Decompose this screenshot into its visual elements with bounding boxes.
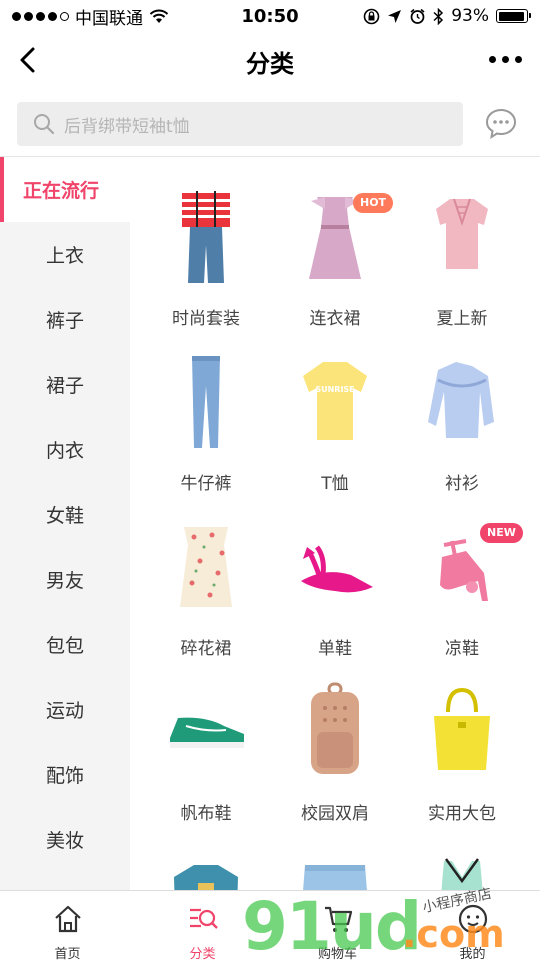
signal-strength-icon (12, 11, 69, 21)
category-tile[interactable]: 牛仔裤 (138, 322, 274, 494)
sidebar-item-label: 女鞋 (45, 505, 84, 527)
category-tile[interactable] (138, 817, 274, 890)
nav-bar: 分类 (0, 32, 540, 90)
message-bubble-icon[interactable] (484, 107, 518, 141)
denim-shorts-icon (295, 847, 375, 890)
orientation-lock-icon (363, 8, 380, 24)
category-tile[interactable]: 校园双肩 (267, 652, 403, 824)
sidebar-item[interactable]: 裤子 (0, 287, 130, 352)
search-placeholder: 后背绑带短袖t恤 (64, 116, 190, 137)
status-left: 中国联通 (12, 4, 169, 29)
search-row: 后背绑带短袖t恤 (0, 100, 540, 148)
hot-badge: HOT (353, 193, 394, 213)
tshirt-print-text: SUNRISE (315, 385, 354, 394)
battery-icon (496, 9, 531, 23)
flat-shoe-icon (295, 517, 375, 617)
more-options-icon[interactable] (489, 56, 522, 63)
category-tile[interactable]: HOT 连衣裙 (267, 157, 403, 329)
status-bar: 中国联通 10:50 93% (0, 0, 540, 32)
canvas-shoe-icon (166, 682, 246, 782)
category-tile[interactable]: 碎花裙 (138, 487, 274, 659)
category-tile[interactable]: NEW 凉鞋 (394, 487, 530, 659)
tab-profile[interactable]: 我的 (405, 891, 540, 960)
status-right: 93% (363, 6, 531, 26)
sidebar-item-label: 配饰 (45, 765, 84, 787)
sidebar-item[interactable]: 运动 (0, 677, 130, 742)
sidebar-item[interactable]: 女鞋 (0, 482, 130, 547)
tshirt-icon: SUNRISE (295, 352, 375, 452)
sidebar-item[interactable]: 上衣 (0, 222, 130, 287)
category-sidebar: 正在流行上衣裤子裙子内衣女鞋男友包包运动配饰美妆 (0, 157, 130, 890)
profile-icon (457, 903, 489, 935)
tab-label: 购物车 (317, 947, 357, 960)
sidebar-item-label: 裙子 (45, 375, 84, 397)
sidebar-item-label: 上衣 (45, 245, 84, 267)
sidebar-item-label: 正在流行 (23, 180, 100, 202)
search-icon (34, 114, 55, 135)
sidebar-item[interactable]: 美妆 (0, 807, 130, 872)
wifi-icon (149, 9, 169, 23)
sidebar-item[interactable]: 男友 (0, 547, 130, 612)
outfit-set-icon (166, 187, 246, 287)
category-tile[interactable]: 帆布鞋 (138, 652, 274, 824)
sidebar-item-label: 裤子 (45, 310, 84, 332)
product-category-grid: 时尚套装 HOT 连衣裙 夏上新 牛仔裤 SUNRISE T恤 衬衫 碎花裙 单鞋 NEW 凉鞋 帆布鞋… (130, 157, 540, 890)
page-title: 分类 (246, 49, 294, 78)
tab-label: 分类 (189, 947, 216, 960)
sidebar-item[interactable]: 配饰 (0, 742, 130, 807)
alarm-icon (410, 8, 425, 24)
sidebar-item-label: 运动 (45, 700, 84, 722)
sidebar-item[interactable]: 正在流行 (0, 157, 130, 222)
pink-top-icon (422, 187, 502, 287)
new-badge: NEW (480, 523, 523, 543)
floral-dress-icon (166, 517, 246, 617)
battery-level-fill (498, 11, 524, 21)
tank-top-icon (422, 847, 502, 890)
sidebar-item[interactable]: 裙子 (0, 352, 130, 417)
category-tile[interactable] (267, 817, 403, 890)
sweatshirt-icon (166, 847, 246, 890)
sidebar-item-label: 男友 (45, 570, 84, 592)
sidebar-item-label: 内衣 (45, 440, 84, 462)
category-tile[interactable]: SUNRISE T恤 (267, 322, 403, 494)
cart-icon (322, 903, 354, 935)
carrier-name: 中国联通 (75, 8, 143, 29)
tab-label: 首页 (54, 947, 81, 960)
bottom-tab-bar: 首页 分类 购物车 我的 (0, 890, 540, 960)
location-arrow-icon (388, 9, 402, 23)
home-icon (52, 903, 84, 935)
tab-cart[interactable]: 购物车 (270, 891, 405, 960)
bluetooth-icon (433, 7, 444, 25)
shirt-icon (422, 352, 502, 452)
category-icon (187, 903, 219, 935)
back-arrow-icon[interactable] (14, 45, 44, 75)
tote-bag-icon (422, 682, 502, 782)
category-tile[interactable]: 时尚套装 (138, 157, 274, 329)
category-tile[interactable]: 单鞋 (267, 487, 403, 659)
sidebar-item[interactable]: 内衣 (0, 417, 130, 482)
sidebar-item-label: 美妆 (45, 830, 84, 852)
category-tile[interactable] (394, 817, 530, 890)
category-tile[interactable]: 衬衫 (394, 322, 530, 494)
search-input[interactable]: 后背绑带短袖t恤 (17, 102, 463, 146)
jeans-icon (166, 352, 246, 452)
sidebar-item-label: 包包 (45, 635, 84, 657)
sidebar-item[interactable]: 包包 (0, 612, 130, 677)
tab-label: 我的 (459, 947, 486, 960)
battery-percent: 93% (451, 6, 489, 26)
tab-home[interactable]: 首页 (0, 891, 135, 960)
category-tile[interactable]: 实用大包 (394, 652, 530, 824)
tab-category[interactable]: 分类 (135, 891, 270, 960)
category-tile[interactable]: 夏上新 (394, 157, 530, 329)
backpack-icon (295, 682, 375, 782)
